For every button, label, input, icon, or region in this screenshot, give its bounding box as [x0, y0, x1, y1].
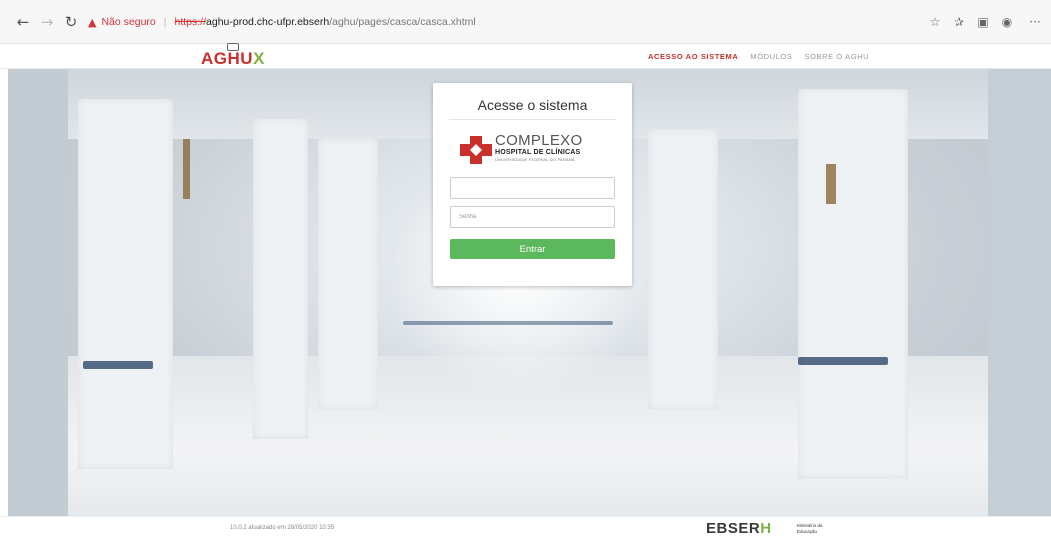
logo-main-text: AGHU [201, 49, 254, 68]
ministry-logo: Ministério da Educação [797, 523, 823, 535]
bg-left-door-1 [78, 99, 173, 469]
warning-triangle-icon: ▲ [88, 15, 97, 29]
bg-right-door-frame [826, 164, 836, 204]
bg-left-wall [8, 69, 68, 516]
site-footer: 10.0.2 atualizado em 28/05/2020 10:35 EB… [0, 516, 1051, 538]
url-protocol: https:// [174, 16, 207, 28]
address-bar[interactable]: ▲ Não seguro | https://aghu-prod.chc-ufp… [88, 12, 476, 32]
site-header: AGHUX ACESSO AO SISTEMA MÓDULOS SOBRE O … [0, 43, 1051, 69]
back-arrow-icon[interactable]: ← [14, 13, 32, 31]
address-separator: | [163, 16, 167, 28]
url-path: /aghu/pages/casca/casca.xhtml [329, 16, 476, 28]
bg-right-door-1 [648, 129, 718, 409]
institution-line3: UNIVERSIDADE FEDERAL DO PARANÁ [495, 157, 575, 162]
bg-left-door-frame [183, 139, 190, 199]
favorites-bar-icon[interactable]: ✰ [950, 13, 968, 31]
top-menu: ACESSO AO SISTEMA MÓDULOS SOBRE O AGHU [648, 52, 869, 61]
bg-left-door-3 [318, 139, 378, 409]
aghux-logo[interactable]: AGHUX [201, 43, 265, 69]
institution-line2: HOSPITAL DE CLÍNICAS [495, 149, 581, 156]
favorite-star-icon[interactable]: ☆ [926, 13, 944, 31]
ministry-line1: Ministério da [797, 523, 823, 528]
hospital-cross-icon [460, 136, 492, 164]
ministry-line2: Educação [797, 529, 818, 534]
menu-item-about[interactable]: SOBRE O AGHU [804, 52, 869, 61]
bg-left-door-2 [253, 119, 308, 439]
forward-arrow-icon[interactable]: → [38, 13, 56, 31]
ebserh-main-text: EBSER [706, 520, 761, 537]
url-host: aghu-prod.chc-ufpr.ebserh [206, 16, 330, 28]
bg-left-rail [83, 361, 153, 369]
ebserh-accent-text: H [760, 520, 772, 537]
login-submit-button[interactable]: Entrar [450, 239, 615, 259]
bg-right-door-2 [798, 89, 908, 479]
menu-item-access[interactable]: ACESSO AO SISTEMA [648, 52, 738, 61]
bg-far-rail [403, 321, 613, 325]
bg-right-rail [798, 357, 888, 365]
ebserh-logo: EBSERH [706, 520, 772, 537]
refresh-icon[interactable]: ↻ [62, 13, 80, 31]
login-title: Acesse o sistema [477, 97, 588, 113]
security-warning[interactable]: Não seguro [101, 16, 155, 28]
collections-icon[interactable]: ▣ [974, 13, 992, 31]
more-icon[interactable]: ··· [1026, 13, 1044, 31]
login-card: Acesse o sistema COMPLEXO HOSPITAL DE CL… [433, 83, 632, 286]
menu-item-modules[interactable]: MÓDULOS [750, 52, 792, 61]
browser-toolbar: ← → ↻ ▲ Não seguro | https://aghu-prod.c… [0, 0, 1051, 44]
bg-right-wall [988, 69, 1051, 516]
institution-logo: COMPLEXO HOSPITAL DE CLÍNICAS UNIVERSIDA… [459, 133, 609, 167]
graduation-cap-icon [227, 43, 239, 51]
logo-accent-text: X [253, 49, 265, 68]
version-info: 10.0.2 atualizado em 28/05/2020 10:35 [230, 525, 335, 531]
profile-icon[interactable]: ◉ [998, 13, 1016, 31]
title-divider [449, 119, 616, 120]
username-input[interactable] [450, 177, 615, 199]
institution-line1: COMPLEXO [495, 132, 583, 149]
password-input[interactable] [450, 206, 615, 228]
